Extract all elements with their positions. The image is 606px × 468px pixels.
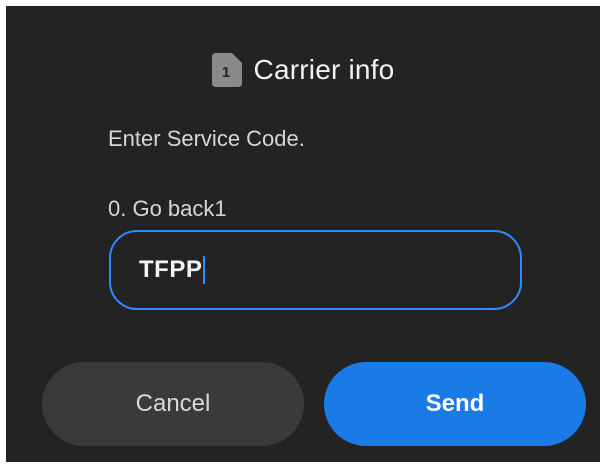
- carrier-info-dialog: 1 Carrier info Enter Service Code. 0. Go…: [6, 6, 600, 462]
- send-button-label: Send: [425, 390, 485, 417]
- service-code-value: TFPP: [139, 256, 203, 283]
- sim-card-icon: 1: [211, 53, 242, 87]
- menu-option-text: 0. Go back1: [108, 196, 227, 221]
- sim-slot-number: 1: [221, 64, 229, 81]
- dialog-header: 1 Carrier info: [6, 48, 600, 92]
- cancel-button[interactable]: Cancel: [42, 362, 304, 446]
- send-button[interactable]: Send: [324, 362, 586, 446]
- screen-frame: 1 Carrier info Enter Service Code. 0. Go…: [0, 0, 606, 468]
- dialog-message: Enter Service Code.: [108, 126, 305, 151]
- text-cursor: [203, 256, 206, 284]
- service-code-input[interactable]: TFPP: [109, 230, 522, 310]
- cancel-button-label: Cancel: [135, 390, 211, 417]
- dialog-title: Carrier info: [253, 54, 395, 85]
